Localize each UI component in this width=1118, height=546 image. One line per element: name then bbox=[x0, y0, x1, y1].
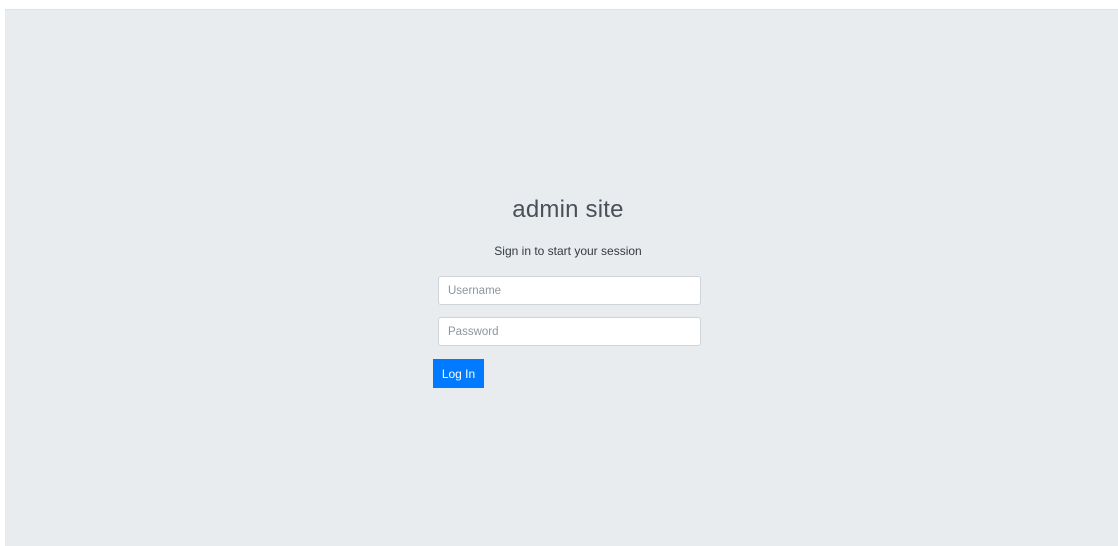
login-subtitle: Sign in to start your session bbox=[494, 244, 642, 258]
password-input[interactable] bbox=[438, 317, 701, 346]
username-input[interactable] bbox=[438, 276, 701, 305]
page-title: admin site bbox=[512, 196, 624, 223]
login-page: admin site Sign in to start your session… bbox=[5, 9, 1118, 546]
login-button[interactable]: Log In bbox=[433, 359, 484, 388]
